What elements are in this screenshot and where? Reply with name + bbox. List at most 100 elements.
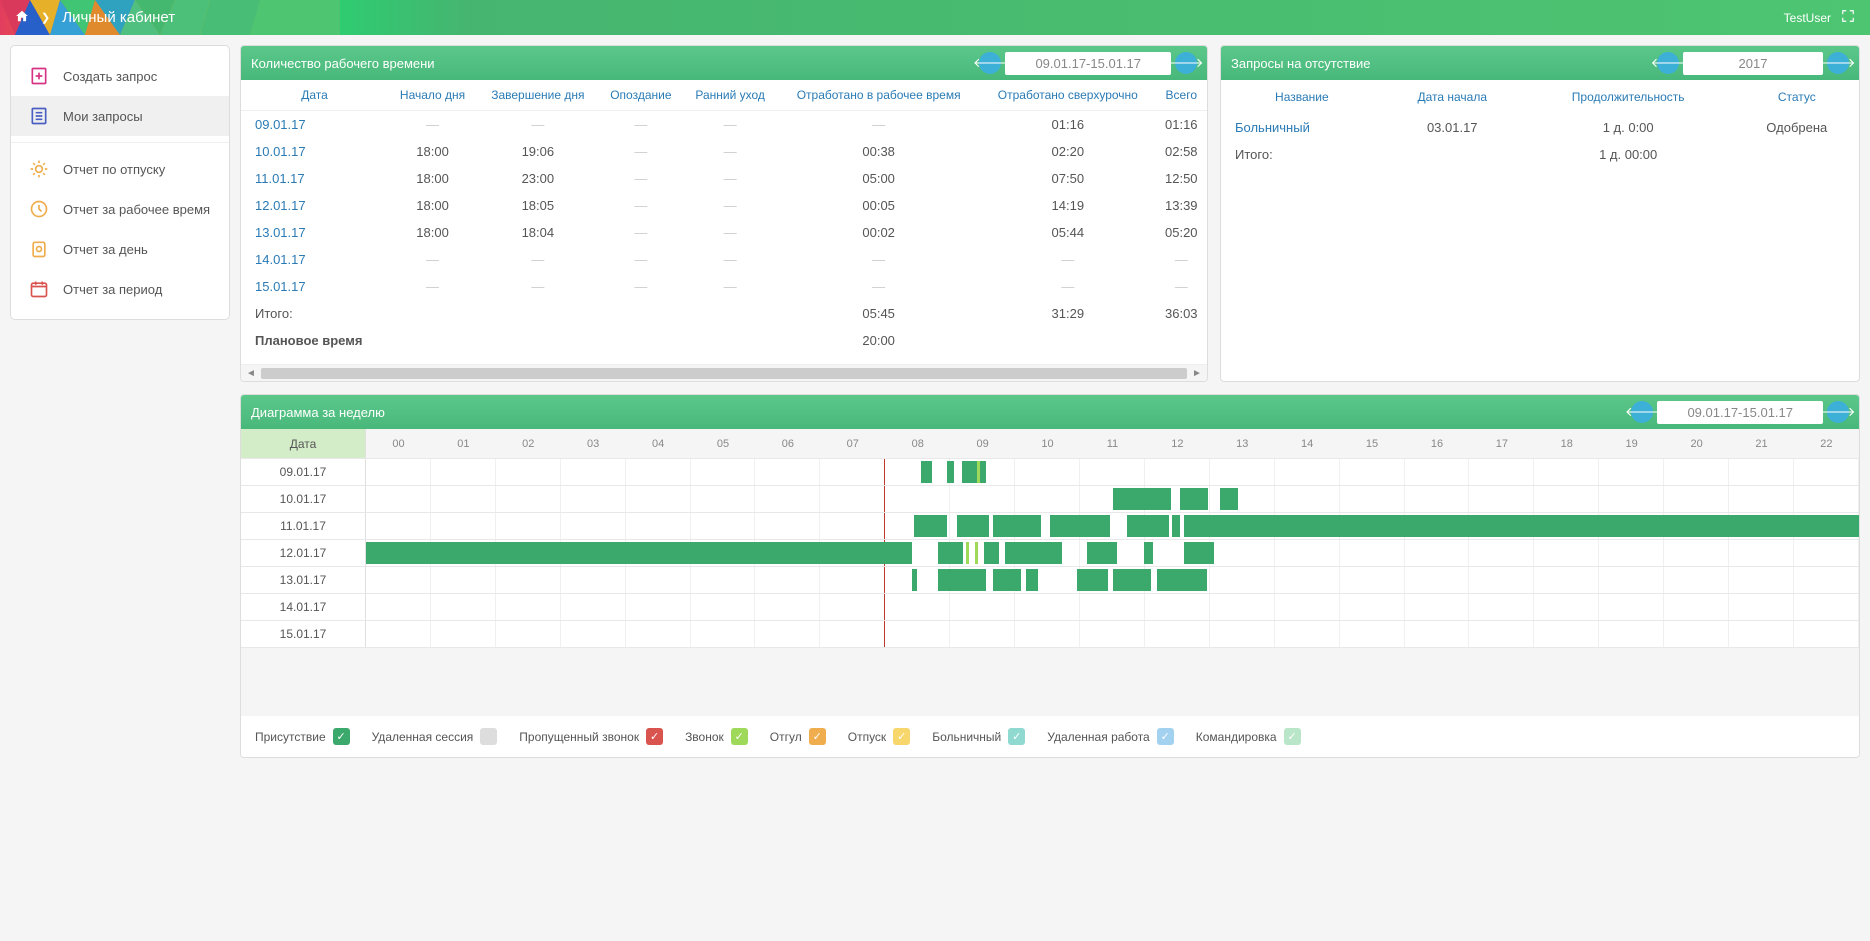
- presence-bar[interactable]: [984, 542, 999, 564]
- legend-checkbox[interactable]: ✓: [1284, 728, 1301, 745]
- table-row[interactable]: 10.01.17 18:00 19:06 — — 00:38 02:20 02:…: [241, 138, 1207, 165]
- prev-week-button[interactable]: 🡐: [979, 52, 1001, 74]
- column-header: Опоздание: [599, 80, 684, 111]
- legend-item[interactable]: Звонок ✓: [685, 728, 748, 745]
- presence-bar[interactable]: [1026, 569, 1038, 591]
- date-cell[interactable]: 15.01.17: [241, 273, 388, 300]
- presence-bar[interactable]: [366, 542, 912, 564]
- presence-bar[interactable]: [938, 542, 963, 564]
- presence-bar[interactable]: [957, 515, 988, 537]
- date-cell[interactable]: 13.01.17: [241, 219, 388, 246]
- sidebar-item-label: Отчет за период: [63, 282, 162, 297]
- name-cell[interactable]: Больничный: [1221, 114, 1383, 141]
- sidebar-item-my-requests[interactable]: Мои запросы: [11, 96, 229, 136]
- date-cell[interactable]: 14.01.17: [241, 246, 388, 273]
- now-line: [884, 459, 885, 485]
- date-range-display[interactable]: 09.01.17-15.01.17: [1657, 401, 1823, 424]
- presence-bar[interactable]: [1184, 515, 1859, 537]
- presence-bar[interactable]: [912, 569, 916, 591]
- presence-bar[interactable]: [1180, 488, 1208, 510]
- page-title: Личный кабинет: [62, 9, 175, 26]
- home-icon[interactable]: [15, 9, 29, 26]
- day-label: 14.01.17: [241, 594, 366, 620]
- legend-checkbox[interactable]: ✓: [333, 728, 350, 745]
- legend-item[interactable]: Пропущенный звонок ✓: [519, 728, 663, 745]
- call-bar[interactable]: [966, 542, 969, 564]
- table-row[interactable]: 13.01.17 18:00 18:04 — — 00:02 05:44 05:…: [241, 219, 1207, 246]
- diagram-header-row: Дата000102030405060708091011121314151617…: [241, 429, 1859, 459]
- presence-bar[interactable]: [914, 515, 947, 537]
- legend-checkbox[interactable]: ✓: [1008, 728, 1025, 745]
- table-row[interactable]: 14.01.17 — — — — — — —: [241, 246, 1207, 273]
- presence-bar[interactable]: [1077, 569, 1108, 591]
- legend-label: Удаленная сессия: [372, 730, 474, 744]
- presence-bar[interactable]: [1087, 542, 1117, 564]
- legend-checkbox[interactable]: ✓: [1157, 728, 1174, 745]
- horizontal-scrollbar[interactable]: ◄ ►: [241, 364, 1207, 381]
- date-cell[interactable]: 12.01.17: [241, 192, 388, 219]
- next-week-button[interactable]: 🡒: [1827, 401, 1849, 423]
- presence-bar[interactable]: [921, 461, 931, 483]
- legend-item[interactable]: Присутствие ✓: [255, 728, 350, 745]
- legend-checkbox[interactable]: ✓: [731, 728, 748, 745]
- presence-bar[interactable]: [993, 515, 1041, 537]
- sidebar-item-day-report[interactable]: Отчет за день: [11, 229, 229, 269]
- column-header: Название: [1221, 80, 1383, 114]
- legend-checkbox[interactable]: ✓: [646, 728, 663, 745]
- presence-bar[interactable]: [993, 569, 1021, 591]
- presence-bar[interactable]: [1113, 488, 1171, 510]
- presence-bar[interactable]: [947, 461, 954, 483]
- presence-bar[interactable]: [1050, 515, 1110, 537]
- year-display[interactable]: 2017: [1683, 52, 1823, 75]
- presence-bar[interactable]: [1113, 569, 1152, 591]
- date-cell[interactable]: 09.01.17: [241, 111, 388, 139]
- presence-bar[interactable]: [1144, 542, 1153, 564]
- date-range-display[interactable]: 09.01.17-15.01.17: [1005, 52, 1171, 75]
- table-row[interactable]: 12.01.17 18:00 18:05 — — 00:05 14:19 13:…: [241, 192, 1207, 219]
- sidebar-item-worktime-report[interactable]: Отчет за рабочее время: [11, 189, 229, 229]
- presence-bar[interactable]: [1184, 542, 1214, 564]
- scroll-right-icon[interactable]: ►: [1189, 368, 1205, 379]
- table-row[interactable]: 15.01.17 — — — — — — —: [241, 273, 1207, 300]
- presence-bar[interactable]: [962, 461, 986, 483]
- hour-header: 14: [1275, 429, 1340, 458]
- call-bar[interactable]: [975, 542, 978, 564]
- legend-item[interactable]: Отпуск ✓: [848, 728, 910, 745]
- fullscreen-icon[interactable]: [1841, 9, 1855, 26]
- presence-bar[interactable]: [1005, 542, 1062, 564]
- legend-item[interactable]: Больничный ✓: [932, 728, 1025, 745]
- date-cell[interactable]: 10.01.17: [241, 138, 388, 165]
- legend-item[interactable]: Командировка ✓: [1196, 728, 1301, 745]
- legend-label: Отгул: [770, 730, 802, 744]
- scroll-thumb[interactable]: [261, 368, 1187, 379]
- presence-bar[interactable]: [1172, 515, 1179, 537]
- diagram-day-row: 15.01.17: [241, 621, 1859, 648]
- next-year-button[interactable]: 🡒: [1827, 52, 1849, 74]
- legend-checkbox[interactable]: [480, 728, 497, 745]
- legend-checkbox[interactable]: ✓: [893, 728, 910, 745]
- cell: 05:44: [980, 219, 1155, 246]
- table-row[interactable]: Больничный 03.01.17 1 д. 0:00 Одобрена: [1221, 114, 1859, 141]
- legend-item[interactable]: Удаленная сессия: [372, 728, 498, 745]
- next-week-button[interactable]: 🡒: [1175, 52, 1197, 74]
- table-row[interactable]: 11.01.17 18:00 23:00 — — 05:00 07:50 12:…: [241, 165, 1207, 192]
- prev-year-button[interactable]: 🡐: [1657, 52, 1679, 74]
- legend-checkbox[interactable]: ✓: [809, 728, 826, 745]
- table-row[interactable]: 09.01.17 — — — — — 01:16 01:16: [241, 111, 1207, 139]
- plan-row: Плановое время 20:00: [241, 327, 1207, 354]
- presence-bar[interactable]: [1157, 569, 1206, 591]
- sidebar-item-vacation-report[interactable]: Отчет по отпуску: [11, 149, 229, 189]
- user-name[interactable]: TestUser: [1784, 11, 1831, 25]
- sidebar-item-create-request[interactable]: Создать запрос: [11, 56, 229, 96]
- presence-bar[interactable]: [1220, 488, 1238, 510]
- date-cell[interactable]: 11.01.17: [241, 165, 388, 192]
- presence-bar[interactable]: [1127, 515, 1169, 537]
- scroll-left-icon[interactable]: ◄: [243, 368, 259, 379]
- prev-week-button[interactable]: 🡐: [1631, 401, 1653, 423]
- presence-bar[interactable]: [938, 569, 986, 591]
- legend-item[interactable]: Удаленная работа ✓: [1047, 728, 1173, 745]
- call-bar[interactable]: [977, 461, 980, 483]
- total-row: Итого: 1 д. 00:00: [1221, 141, 1859, 168]
- sidebar-item-period-report[interactable]: Отчет за период: [11, 269, 229, 309]
- legend-item[interactable]: Отгул ✓: [770, 728, 826, 745]
